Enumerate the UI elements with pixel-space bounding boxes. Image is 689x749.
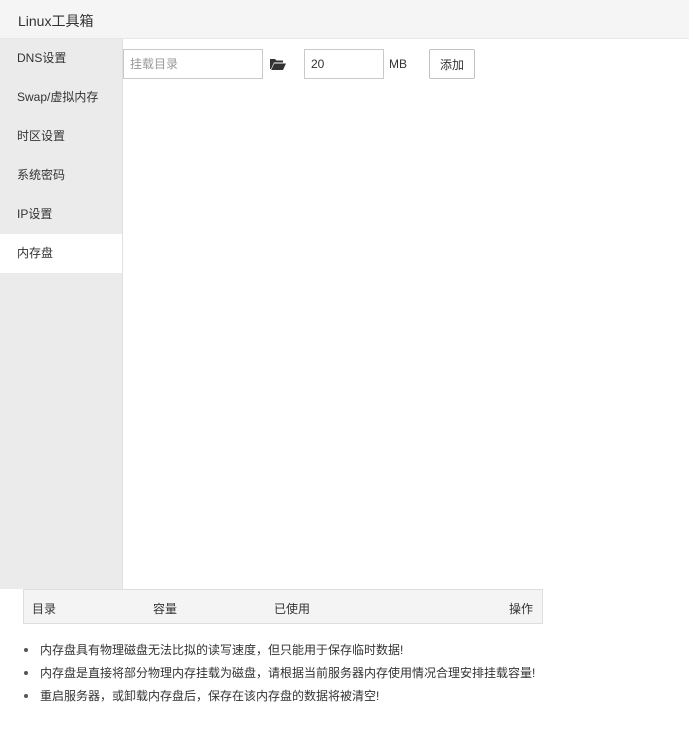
sidebar-item-ramdisk[interactable]: 内存盘: [0, 234, 122, 273]
column-header-used: 已使用: [274, 602, 311, 616]
sidebar-item-ip[interactable]: IP设置: [0, 195, 122, 234]
sidebar-item-password[interactable]: 系统密码: [0, 156, 122, 195]
window-titlebar: Linux工具箱: [0, 0, 689, 39]
column-header-directory: 目录: [32, 602, 57, 616]
tip-item: 内存盘具有物理磁盘无法比拟的读写速度，但只能用于保存临时数据!: [24, 642, 535, 665]
sidebar-item-dns[interactable]: DNS设置: [0, 39, 122, 78]
folder-open-icon[interactable]: [269, 56, 287, 72]
bullet-icon: [24, 648, 28, 652]
ramdisk-table-header: 目录 容量 已使用 操作: [23, 589, 543, 624]
bullet-icon: [24, 694, 28, 698]
tips-list: 内存盘具有物理磁盘无法比拟的读写速度，但只能用于保存临时数据! 内存盘是直接将部…: [24, 642, 535, 711]
size-input[interactable]: [304, 49, 384, 79]
sidebar: DNS设置 Swap/虚拟内存 时区设置 系统密码 IP设置 内存盘: [0, 39, 123, 589]
tip-text: 内存盘是直接将部分物理内存挂载为磁盘，请根据当前服务器内存使用情况合理安排挂载容…: [40, 666, 536, 680]
tip-text: 内存盘具有物理磁盘无法比拟的读写速度，但只能用于保存临时数据!: [40, 643, 404, 657]
column-header-capacity: 容量: [153, 602, 178, 616]
add-button[interactable]: 添加: [429, 49, 475, 79]
tip-text: 重启服务器，或卸载内存盘后，保存在该内存盘的数据将被清空!: [40, 689, 380, 703]
sidebar-item-swap[interactable]: Swap/虚拟内存: [0, 78, 122, 117]
sidebar-item-timezone[interactable]: 时区设置: [0, 117, 122, 156]
window-title: Linux工具箱: [18, 13, 94, 29]
column-header-actions: 操作: [509, 602, 534, 616]
bullet-icon: [24, 671, 28, 675]
tip-item: 重启服务器，或卸载内存盘后，保存在该内存盘的数据将被清空!: [24, 688, 535, 711]
size-unit-label: MB: [389, 57, 407, 71]
mount-path-input[interactable]: [123, 49, 263, 79]
tip-item: 内存盘是直接将部分物理内存挂载为磁盘，请根据当前服务器内存使用情况合理安排挂载容…: [24, 665, 535, 688]
